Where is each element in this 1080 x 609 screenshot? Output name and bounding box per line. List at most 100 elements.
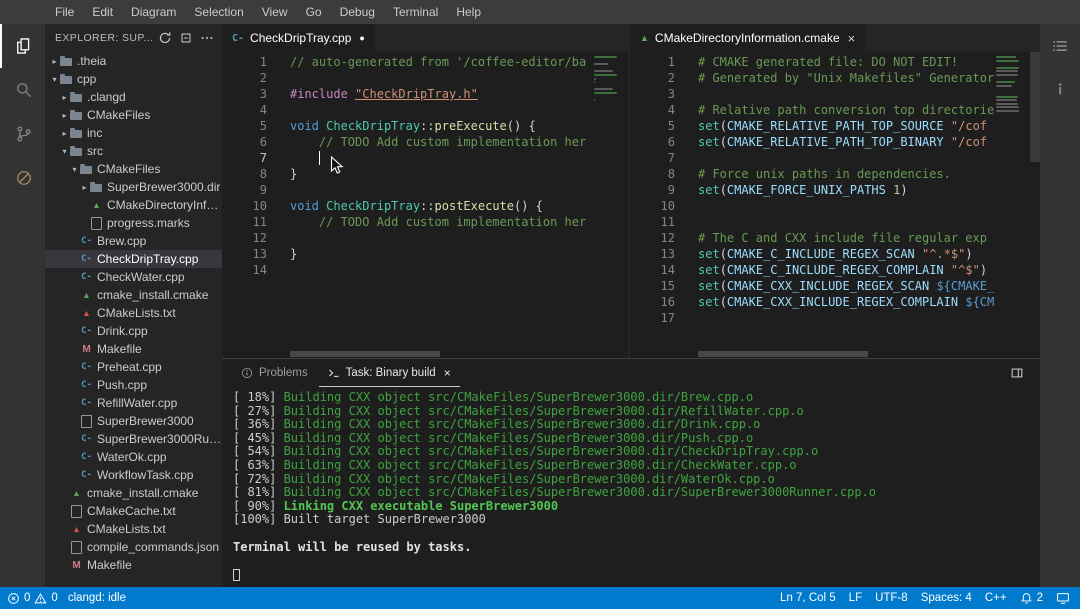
horizontal-scrollbar[interactable] xyxy=(290,351,440,357)
tree-item-checkdriptray-cpp[interactable]: C- CheckDripTray.cpp xyxy=(45,250,222,268)
tree-item-cmakefiles[interactable]: ▾ CMakeFiles xyxy=(45,160,222,178)
status-lf[interactable]: LF xyxy=(849,592,862,604)
collapse-all-icon[interactable] xyxy=(179,31,193,45)
menu-item-diagram[interactable]: Diagram xyxy=(122,0,185,24)
tree-item-refillwater-cpp[interactable]: C- RefillWater.cpp xyxy=(45,394,222,412)
minimap[interactable] xyxy=(996,56,1026,117)
bottom-panel: Problems Task: Binary build × [ 18%] Bui… xyxy=(222,358,1040,587)
tree-item-cmake-install-cmake[interactable]: ▲ cmake_install.cmake xyxy=(45,484,222,502)
menu-item-file[interactable]: File xyxy=(46,0,83,24)
tree-item-label: SuperBrewer3000.dir xyxy=(107,180,221,194)
code-line: set(CMAKE_C_INCLUDE_REGEX_SCAN "^.*$") xyxy=(698,247,973,261)
tree-item-brew-cpp[interactable]: C- Brew.cpp xyxy=(45,232,222,250)
status-spaces-4[interactable]: Spaces: 4 xyxy=(921,592,972,604)
tree-item-workflowtask-cpp[interactable]: C- WorkflowTask.cpp xyxy=(45,466,222,484)
tree-item-compile-commands-json[interactable]: compile_commands.json xyxy=(45,538,222,556)
menu-item-edit[interactable]: Edit xyxy=(83,0,122,24)
code-line: void CheckDripTray::postExecute() { xyxy=(290,199,543,213)
tree-item-cpp[interactable]: ▾ cpp xyxy=(45,70,222,88)
circle-slash-icon[interactable] xyxy=(0,156,45,200)
minimap[interactable] xyxy=(594,56,624,106)
menu-item-go[interactable]: Go xyxy=(297,0,331,24)
tree-item-cmakedirectoryinfor[interactable]: ▲ CMakeDirectoryInfor... xyxy=(45,196,222,214)
vertical-scrollbar[interactable] xyxy=(1030,52,1040,162)
files-icon[interactable] xyxy=(0,24,45,68)
tree-item-theia[interactable]: ▸ .theia xyxy=(45,52,222,70)
code-area[interactable]: // auto-generated from '/coffee-editor/b… xyxy=(282,54,590,278)
menu-item-debug[interactable]: Debug xyxy=(331,0,384,24)
tab-task-binary-build[interactable]: Task: Binary build × xyxy=(318,359,460,387)
notifications-bell[interactable]: 2 xyxy=(1020,592,1043,605)
tree-item-clangd[interactable]: ▸ .clangd xyxy=(45,88,222,106)
code-area[interactable]: # CMAKE generated file: DO NOT EDIT! # Ge… xyxy=(690,54,1002,326)
menu-item-selection[interactable]: Selection xyxy=(185,0,252,24)
tree-item-superbrewer3000runn[interactable]: C- SuperBrewer3000Runn... xyxy=(45,430,222,448)
tree-item-label: Makefile xyxy=(97,342,142,356)
tree-item-makefile[interactable]: M Makefile xyxy=(45,556,222,574)
search-icon[interactable] xyxy=(0,68,45,112)
tree-item-cmakefiles[interactable]: ▸ CMakeFiles xyxy=(45,106,222,124)
tree-item-label: CMakeDirectoryInfor... xyxy=(107,198,222,212)
outline-icon[interactable] xyxy=(1050,36,1070,56)
doc-file-icon xyxy=(80,412,93,430)
horizontal-scrollbar[interactable] xyxy=(698,351,868,357)
tree-item-drink-cpp[interactable]: C- Drink.cpp xyxy=(45,322,222,340)
warning-icon xyxy=(34,592,47,605)
terminal-line: [ 81%] Building CXX object src/CMakeFile… xyxy=(233,485,876,500)
menu-item-view[interactable]: View xyxy=(253,0,297,24)
terminal-line: [ 36%] Building CXX object src/CMakeFile… xyxy=(233,417,761,432)
tree-item-superbrewer3000[interactable]: SuperBrewer3000 xyxy=(45,412,222,430)
tree-item-cmakecache-txt[interactable]: CMakeCache.txt xyxy=(45,502,222,520)
menu-item-terminal[interactable]: Terminal xyxy=(384,0,447,24)
tree-item-cmake-install-cmake[interactable]: ▲ cmake_install.cmake xyxy=(45,286,222,304)
panel-maximize-button[interactable] xyxy=(1010,366,1040,380)
terminal-output[interactable]: [ 18%] Building CXX object src/CMakeFile… xyxy=(222,387,1040,587)
tree-item-label: Push.cpp xyxy=(97,378,148,392)
status-utf-8[interactable]: UTF-8 xyxy=(875,592,908,604)
status-ln-7-col-5[interactable]: Ln 7, Col 5 xyxy=(780,592,836,604)
code-line: # CMAKE generated file: DO NOT EDIT! xyxy=(698,55,959,69)
tree-item-cmakelists-txt[interactable]: ▲ CMakeLists.txt xyxy=(45,520,222,538)
folder-file-icon xyxy=(60,70,73,88)
tree-item-makefile[interactable]: M Makefile xyxy=(45,340,222,358)
tab-checkdriptray-cpp[interactable]: C- CheckDripTray.cpp ● xyxy=(222,24,376,52)
activity-bar xyxy=(0,24,45,587)
tree-item-src[interactable]: ▾ src xyxy=(45,142,222,160)
more-icon[interactable] xyxy=(200,31,214,45)
tree-item-waterok-cpp[interactable]: C- WaterOk.cpp xyxy=(45,448,222,466)
status-c[interactable]: C++ xyxy=(985,592,1007,604)
cpp-file-icon: C- xyxy=(81,398,92,408)
tab-cmakedirectoryinformation[interactable]: ▲ CMakeDirectoryInformation.cmake × xyxy=(630,24,867,52)
problems-status[interactable]: 0 0 xyxy=(7,592,58,605)
tree-item-preheat-cpp[interactable]: C- Preheat.cpp xyxy=(45,358,222,376)
tree-item-checkwater-cpp[interactable]: C- CheckWater.cpp xyxy=(45,268,222,286)
code-line: # Force unix paths in dependencies. xyxy=(698,167,951,181)
refresh-icon[interactable] xyxy=(158,31,172,45)
menu-item-help[interactable]: Help xyxy=(447,0,490,24)
code-line: #include "CheckDripTray.h" xyxy=(290,87,478,101)
tree-item-inc[interactable]: ▸ inc xyxy=(45,124,222,142)
tab-problems[interactable]: Problems xyxy=(232,359,317,387)
tree-item-push-cpp[interactable]: C- Push.cpp xyxy=(45,376,222,394)
code-line: set(CMAKE_CXX_INCLUDE_REGEX_SCAN ${CMAKE… xyxy=(698,279,995,293)
tree-item-superbrewer3000-dir[interactable]: ▸ SuperBrewer3000.dir xyxy=(45,178,222,196)
tree-item-cmakelists-txt[interactable]: ▲ CMakeLists.txt xyxy=(45,304,222,322)
modified-dot-icon[interactable]: ● xyxy=(359,33,364,43)
close-tab-icon[interactable]: × xyxy=(848,31,856,46)
close-panel-tab-icon[interactable]: × xyxy=(444,366,451,380)
line-number: 17 xyxy=(660,311,675,325)
doc-file-icon xyxy=(70,538,83,556)
tree-item-progress-marks[interactable]: progress.marks xyxy=(45,214,222,232)
tree-item-label: Brew.cpp xyxy=(97,234,147,248)
code-line: set(CMAKE_FORCE_UNIX_PATHS 1) xyxy=(698,183,908,197)
file-tree: ▸ .theia ▾ cpp ▸ .clangd ▸ CMakeFiles ▸ inc ▾ src ▾ C… xyxy=(45,52,222,574)
panel-tab-label: Task: Binary build xyxy=(345,366,436,379)
source-control-icon[interactable] xyxy=(0,112,45,156)
folder-file-icon xyxy=(70,106,83,124)
clangd-status[interactable]: clangd: idle xyxy=(68,592,126,604)
screencast-toggle[interactable] xyxy=(1056,591,1070,605)
chevron-open-icon: ▾ xyxy=(52,74,57,84)
info-icon[interactable] xyxy=(1051,80,1069,98)
